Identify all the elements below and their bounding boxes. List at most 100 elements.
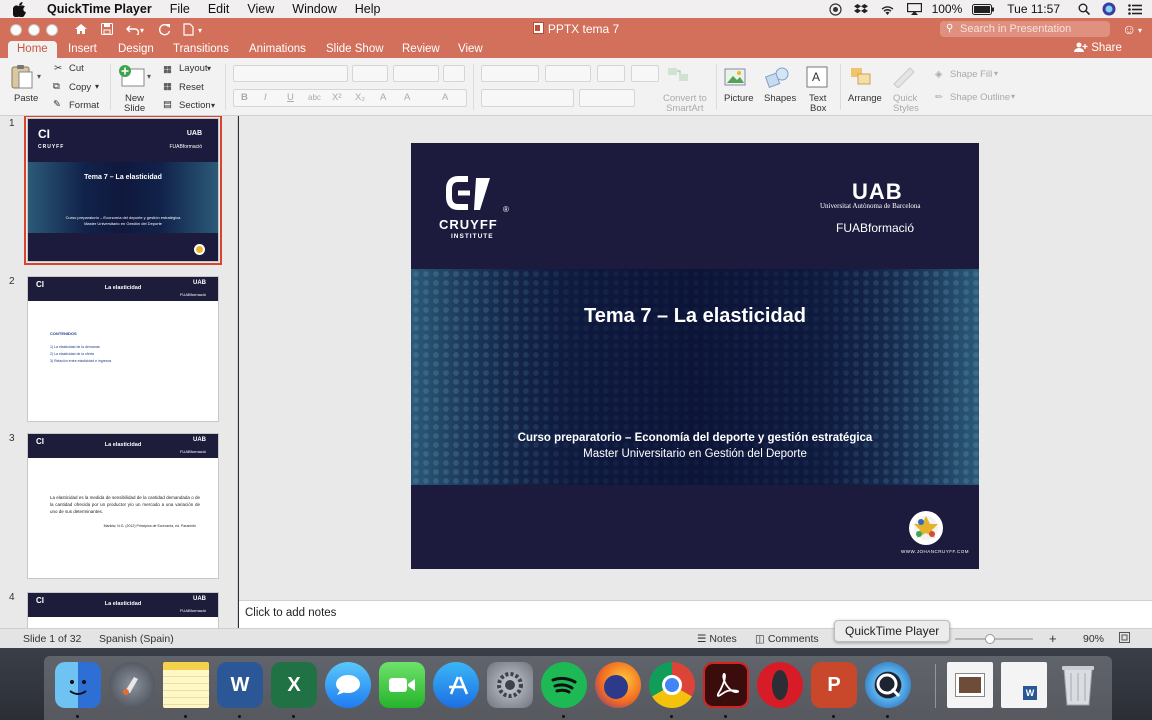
finder-icon[interactable]	[55, 662, 101, 708]
arrange-button[interactable]: Arrange	[848, 93, 882, 104]
menu-view[interactable]: View	[238, 2, 283, 16]
tab-review[interactable]: Review	[402, 41, 440, 58]
copy-button[interactable]: Copy	[69, 82, 91, 93]
notes-pane[interactable]: Click to add notes	[239, 600, 1152, 628]
italic-icon[interactable]: I	[264, 92, 267, 103]
shape-fill-icon[interactable]: ◈	[935, 69, 942, 80]
font-grow-shrink-buttons[interactable]	[393, 65, 439, 82]
picture-icon[interactable]	[724, 66, 748, 91]
fit-to-window-icon[interactable]	[1119, 632, 1130, 646]
cut-icon[interactable]: ✂	[54, 63, 62, 74]
cut-button[interactable]: Cut	[69, 63, 84, 74]
layout-icon[interactable]: ▦	[163, 64, 172, 75]
new-slide-icon[interactable]	[118, 64, 146, 93]
trash-icon[interactable]	[1055, 662, 1101, 708]
convert-smartart-label-2[interactable]: SmartArt	[666, 103, 703, 114]
strikethrough-icon[interactable]: abc	[308, 93, 321, 102]
zoom-slider-thumb[interactable]	[985, 634, 995, 644]
slide-thumbnail-3[interactable]: CI La elasticidad UAB FUABformació La el…	[27, 433, 219, 579]
tab-slide-show[interactable]: Slide Show	[326, 41, 384, 58]
firefox-icon[interactable]	[595, 662, 641, 708]
powerpoint-icon[interactable]: P	[811, 662, 857, 708]
slide-thumbnails-panel[interactable]: 1 CI CRUYFF UAB FUABformació Tema 7 – La …	[0, 116, 238, 628]
menu-help[interactable]: Help	[346, 2, 390, 16]
system-preferences-icon[interactable]	[487, 662, 533, 708]
excel-icon[interactable]: X	[271, 662, 317, 708]
shapes-button[interactable]: Shapes	[764, 93, 796, 104]
facetime-icon[interactable]	[379, 662, 425, 708]
reset-icon[interactable]: ▦	[163, 81, 172, 92]
slide-thumbnail-1[interactable]: CI CRUYFF UAB FUABformació Tema 7 – La el…	[24, 116, 222, 265]
text-box-icon[interactable]: A	[806, 66, 828, 91]
record-icon[interactable]	[828, 2, 842, 16]
notes-toggle-button[interactable]: ☰ Notes	[697, 633, 737, 645]
word-icon[interactable]: W	[217, 662, 263, 708]
comments-toggle-button[interactable]: ◫ Comments	[755, 633, 819, 645]
quick-styles-icon[interactable]	[890, 66, 920, 91]
slide-thumbnail-2[interactable]: CI La elasticidad UAB FUABformació CONTE…	[27, 276, 219, 422]
tab-design[interactable]: Design	[118, 41, 154, 58]
arrange-icon[interactable]	[849, 66, 875, 91]
apple-icon[interactable]	[13, 1, 29, 17]
font-color-a-icon[interactable]: A	[380, 92, 386, 103]
shape-fill-dropdown-icon[interactable]: ▾	[994, 69, 998, 78]
opera-icon[interactable]	[757, 662, 803, 708]
messages-icon[interactable]	[325, 662, 371, 708]
siri-icon[interactable]	[1102, 2, 1116, 16]
subscript-icon[interactable]: X₂	[355, 92, 365, 103]
airplay-icon[interactable]	[906, 3, 922, 15]
quick-styles-label-2[interactable]: Styles	[893, 103, 919, 114]
text-direction-buttons[interactable]	[579, 89, 635, 107]
notification-center-icon[interactable]	[1128, 3, 1142, 15]
line-spacing-button[interactable]	[597, 65, 625, 82]
zoom-in-button[interactable]: +	[1049, 631, 1057, 646]
font-size-select[interactable]	[352, 65, 388, 82]
paste-icon[interactable]	[11, 64, 33, 93]
menu-file[interactable]: File	[161, 2, 199, 16]
feedback-dropdown-icon[interactable]: ▾	[1138, 26, 1142, 35]
list-buttons[interactable]	[481, 65, 539, 82]
slide-subtitle-master[interactable]: Master Universitario en Gestión del Depo…	[411, 448, 979, 460]
slide-title[interactable]: Tema 7 – La elasticidad	[411, 305, 979, 328]
shape-outline-icon[interactable]: ✏	[935, 92, 943, 103]
menu-app-name[interactable]: QuickTime Player	[43, 2, 161, 16]
tab-view[interactable]: View	[458, 41, 483, 58]
zoom-slider[interactable]	[955, 634, 1033, 644]
preview-icon[interactable]	[947, 662, 993, 708]
chrome-icon[interactable]	[649, 662, 695, 708]
search-presentation-input[interactable]: ⚲ Search in Presentation	[940, 21, 1110, 37]
slide-1[interactable]: CRUYFF ® INSTITUTE UAB Universitat Autòn…	[411, 143, 979, 569]
notes-app-icon[interactable]	[163, 662, 209, 708]
share-button[interactable]: Share	[1074, 42, 1122, 54]
acrobat-icon[interactable]	[703, 662, 749, 708]
tab-animations[interactable]: Animations	[249, 41, 306, 58]
new-slide-label-2[interactable]: Slide	[124, 103, 145, 114]
alignment-buttons[interactable]	[481, 89, 574, 107]
spotify-icon[interactable]	[541, 662, 587, 708]
new-slide-dropdown-icon[interactable]: ▾	[147, 72, 151, 81]
bold-icon[interactable]: B	[241, 92, 248, 103]
superscript-icon[interactable]: X²	[332, 92, 342, 103]
slide-subtitle-course[interactable]: Curso preparatorio – Economía del deport…	[411, 432, 979, 444]
format-painter-button[interactable]: Format	[69, 100, 99, 111]
section-dropdown-icon[interactable]: ▾	[211, 101, 215, 110]
document-icon[interactable]: W	[1001, 662, 1047, 708]
zoom-level[interactable]: 90%	[1083, 633, 1104, 645]
tab-transitions[interactable]: Transitions	[173, 41, 229, 58]
highlight-icon[interactable]: A	[404, 92, 410, 103]
tab-home[interactable]: Home	[8, 41, 57, 58]
dropbox-icon[interactable]	[853, 3, 868, 15]
text-box-label-2[interactable]: Box	[810, 103, 826, 114]
section-button[interactable]: Section	[179, 100, 211, 111]
paste-button[interactable]: Paste	[14, 93, 38, 104]
layout-button[interactable]: Layout	[179, 63, 208, 74]
wifi-icon[interactable]	[880, 4, 895, 15]
clear-formatting-button[interactable]	[443, 65, 465, 82]
slide-thumbnail-4[interactable]: CI La elasticidad UAB FUABformació	[27, 592, 219, 628]
shape-outline-button[interactable]: Shape Outline	[950, 92, 1010, 103]
font-name-select[interactable]	[233, 65, 348, 82]
menu-window[interactable]: Window	[283, 2, 345, 16]
format-painter-icon[interactable]: ✎	[53, 99, 61, 110]
section-icon[interactable]: ▤	[163, 99, 172, 110]
reset-button[interactable]: Reset	[179, 82, 204, 93]
